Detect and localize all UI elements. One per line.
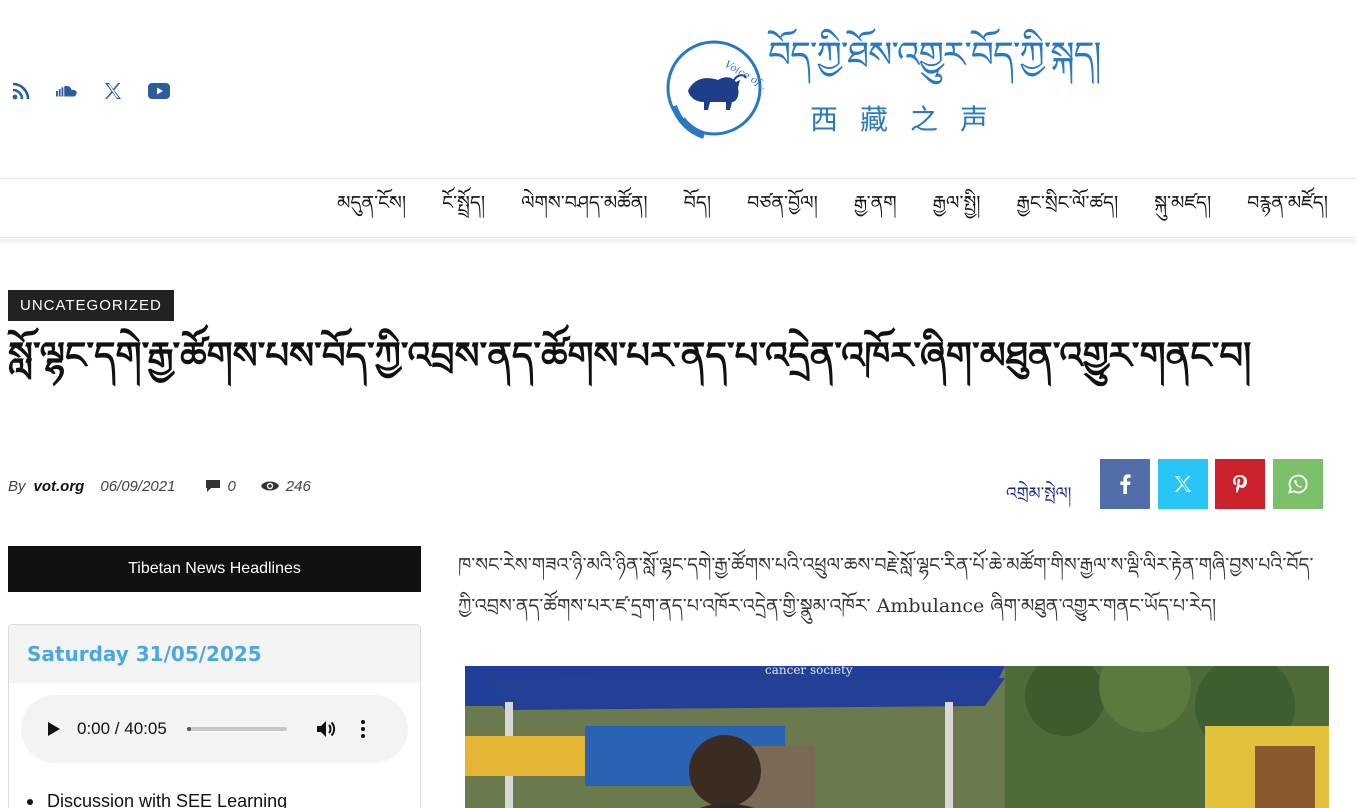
post-date: 06/09/2021 (100, 477, 176, 495)
x-icon (1175, 476, 1191, 492)
headline-list: Discussion with SEE Learning (27, 791, 287, 808)
article-title: སློ་ལྷང་དགེ་རྒྱ་ཚོགས་པས་བོད་ཀྱི་འབྲས་ནད་… (8, 333, 1252, 377)
article-photo: cancer society (465, 666, 1329, 808)
yak-seal-icon: Voice of Tibet (666, 40, 764, 139)
author-link[interactable]: vot.org (34, 478, 85, 495)
soundcloud-icon[interactable] (56, 80, 78, 102)
article-meta: By vot.org 06/09/2021 0 246 (8, 474, 311, 498)
share-x-button[interactable] (1158, 459, 1208, 509)
nav-item-holiness[interactable]: སྐུ་མཛད། (1154, 181, 1211, 235)
views: 246 (260, 478, 311, 495)
nav-item-international[interactable]: རྒྱལ་སྤྱི། (933, 181, 981, 235)
whatsapp-icon (1288, 474, 1308, 494)
site-header: Voice of Tibet བོད་ཀྱི་ཐོས་འགྱུར་བོད་ཀྱི… (0, 0, 1356, 178)
nav-item-exile[interactable]: བཙན་བྱོལ། (747, 181, 818, 235)
by-label: By (8, 477, 26, 495)
headline-item[interactable]: Discussion with SEE Learning (27, 791, 287, 808)
widget-date: Saturday 31/05/2025 (9, 625, 420, 683)
sidebar-heading: Tibetan News Headlines (8, 546, 421, 592)
volume-icon[interactable] (315, 719, 337, 739)
headline-item-label: Discussion with SEE Learning (47, 791, 288, 808)
nav-shadow (0, 239, 1356, 245)
player-time: 0:00 / 40:05 (77, 719, 167, 738)
eye-icon (260, 481, 279, 491)
play-icon[interactable] (47, 721, 61, 737)
nav-item-about[interactable]: ངོ་སྤྲོད། (442, 181, 485, 235)
news-headlines-widget: Saturday 31/05/2025 0:00 / 40:05 Discuss… (8, 624, 421, 808)
progress-fill (186, 727, 191, 731)
logo-chinese-text: 西藏之声 (810, 103, 1011, 136)
main-nav: མདུན་ངོས། ངོ་སྤྲོད། ལེགས་བཤད་མཚོན། བོད། … (0, 178, 1356, 238)
share-facebook-button[interactable] (1100, 459, 1150, 509)
view-count: 246 (285, 477, 311, 495)
comments-link[interactable]: 0 (205, 477, 236, 495)
nav-item-tibet[interactable]: བོད། (684, 181, 711, 235)
rss-icon[interactable] (10, 80, 32, 102)
facebook-icon (1120, 474, 1131, 494)
svg-text:cancer society: cancer society (765, 666, 853, 677)
photo-illustration: cancer society (465, 666, 1329, 808)
share-label: འགྲེམ་སྤེལ། (1006, 484, 1072, 504)
nav-item-video[interactable]: བརྙན་མཛོད། (1247, 181, 1328, 235)
nav-item-editorial[interactable]: ལེགས་བཤད་མཚོན། (521, 181, 648, 235)
category-badge[interactable]: UNCATEGORIZED (8, 290, 174, 321)
progress-slider[interactable] (186, 727, 287, 731)
comment-icon (206, 480, 221, 492)
social-links (10, 80, 194, 102)
nav-item-china[interactable]: རྒྱ་ནག (854, 181, 897, 235)
comment-count: 0 (227, 477, 236, 495)
pinterest-icon (1233, 475, 1247, 493)
nav-item-broadcast[interactable]: རྒྱང་སྲིང་ལོ་ཚད། (1017, 181, 1119, 235)
article-body: ཁ་སང་རེས་གཟའ་ཉི་མའི་ཉིན་སློ་ལྷང་དགེ་རྒྱ་… (458, 554, 1314, 617)
share-whatsapp-button[interactable] (1273, 459, 1323, 509)
more-options-icon[interactable] (360, 720, 365, 738)
nav-item-home[interactable]: མདུན་ངོས། (337, 181, 406, 235)
share-pinterest-button[interactable] (1215, 459, 1265, 509)
audio-player: 0:00 / 40:05 (21, 695, 408, 763)
x-icon[interactable] (102, 80, 124, 102)
site-logo[interactable]: Voice of Tibet བོད་ཀྱི་ཐོས་འགྱུར་བོད་ཀྱི… (664, 36, 1101, 146)
youtube-icon[interactable] (148, 80, 170, 102)
logo-tibetan-text: བོད་ཀྱི་ཐོས་འགྱུར་བོད་ཀྱི་སྐད། (768, 35, 1101, 76)
